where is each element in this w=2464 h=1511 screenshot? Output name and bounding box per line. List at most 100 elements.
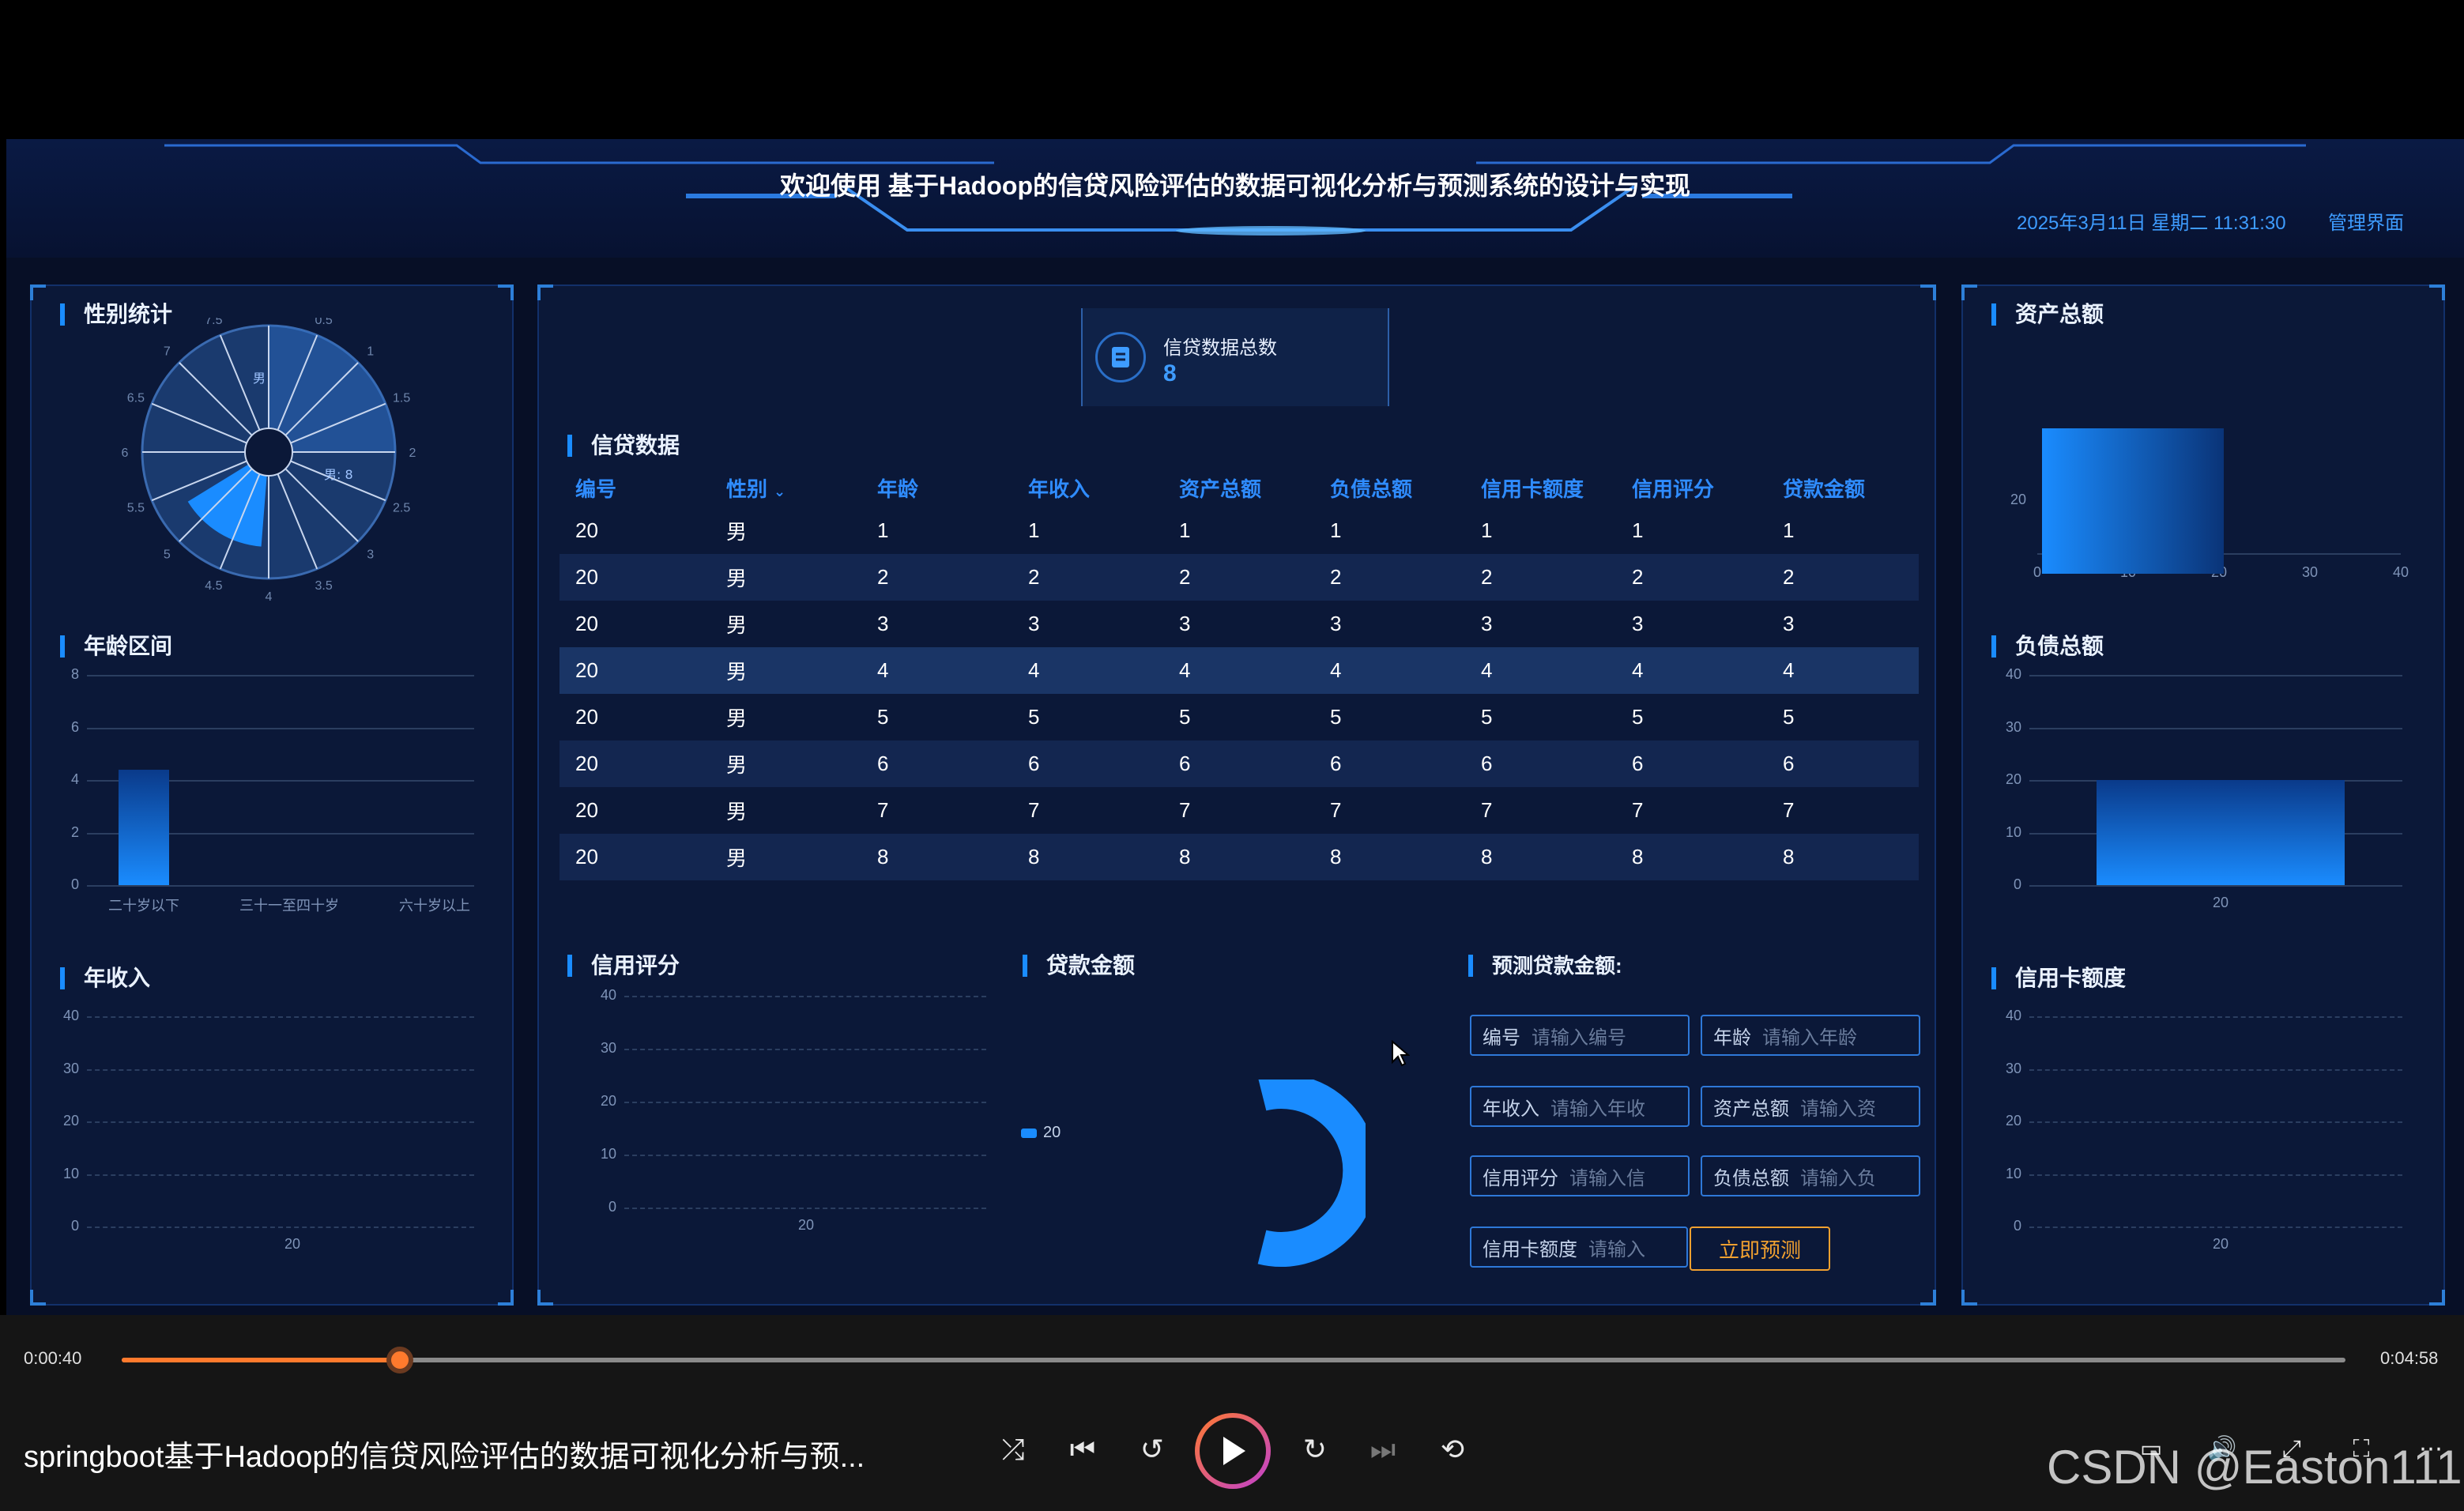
income-title: 年收入	[60, 964, 150, 993]
column-header[interactable]: 贷款金额	[1767, 473, 1918, 503]
next-icon[interactable]: ⏭	[1366, 1434, 1400, 1465]
polar-tick-label: 5.5	[127, 502, 145, 515]
y-tick-label: 30	[2005, 718, 2021, 735]
table-cell: 7	[1783, 798, 1795, 822]
table-cell: 6	[1028, 752, 1040, 775]
table-cell: 6	[1330, 752, 1342, 775]
table-cell: 7	[1632, 798, 1644, 822]
polar-label-male: 男	[253, 371, 266, 386]
polar-tick-label: 6.5	[127, 391, 145, 405]
table-row[interactable]: 20 男 4 4 4 4 4 4 4	[559, 647, 1919, 694]
credit-score-chart: 0 10 20 30 40 20	[559, 985, 1002, 1269]
loan-amount-title: 贷款金额	[1023, 951, 1135, 980]
age-title: 年龄区间	[60, 632, 172, 661]
polar-center	[244, 428, 293, 477]
input-placeholder: 请输入年龄	[1762, 1027, 1857, 1049]
predict-input-7[interactable]: 信用卡额度 请输入	[1470, 1227, 1688, 1268]
x-tick-label: 20	[2212, 1236, 2229, 1252]
table-cell: 男	[726, 567, 748, 590]
debt-title: 负债总额	[1991, 632, 2104, 661]
polar-tick-label: 1.5	[393, 391, 410, 405]
polar-tick-label: 7.5	[205, 318, 222, 327]
total-count-value: 8	[1163, 360, 1177, 386]
y-tick-label: 8	[70, 666, 79, 682]
debt-chart: 0 10 20 30 40 20	[1963, 665, 2447, 950]
table-header: 编号 性别 ⌄ 年龄 年收入 资产总额 负债总额 信用卡额度 信用评分 贷款金额	[559, 468, 1919, 507]
x-tick-label: 二十岁以下	[108, 898, 179, 914]
predict-input-2[interactable]: 年龄 请输入年龄	[1701, 1015, 1920, 1056]
bar	[119, 769, 169, 885]
total-time: 0:04:58	[2380, 1348, 2439, 1368]
predict-input-1[interactable]: 编号 请输入编号	[1470, 1015, 1690, 1056]
y-tick-label: 40	[2005, 666, 2021, 682]
play-button[interactable]	[1195, 1413, 1271, 1489]
predict-input-3[interactable]: 年收入 请输入年收	[1470, 1086, 1690, 1127]
table-cell: 2	[1632, 565, 1644, 589]
table-cell: 8	[1481, 845, 1493, 869]
table-body: 20 男 1 1 1 1 1 1 1 20 男 2 2 2 2 2 2 2 20 男 3 3 3 3 3 3 3 20 男 4 4 4 4 4 4 4…	[559, 507, 1919, 880]
table-row[interactable]: 20 男 8 8 8 8 8 8 8	[559, 834, 1919, 880]
table-cell: 男	[726, 846, 748, 870]
table-cell: 1	[1783, 518, 1795, 542]
video-title: springboot基于Hadoop的信贷风险评估的数据可视化分析与预...	[24, 1441, 865, 1474]
predict-input-6[interactable]: 负债总额 请输入负	[1701, 1155, 1920, 1196]
table-cell: 1	[1028, 518, 1040, 542]
previous-icon[interactable]: ⏮	[1065, 1434, 1100, 1465]
table-cell: 7	[1028, 798, 1040, 822]
table-cell: 8	[1330, 845, 1342, 869]
input-placeholder: 请输入负	[1800, 1167, 1876, 1189]
column-header[interactable]: 年收入	[1012, 473, 1163, 503]
polar-tick-label: 6	[122, 447, 129, 460]
table-row[interactable]: 20 男 3 3 3 3 3 3 3	[559, 601, 1919, 647]
y-tick-label: 10	[2005, 1165, 2021, 1181]
income-chart: 0 10 20 30 40 20	[32, 997, 515, 1282]
column-header[interactable]: 性别 ⌄	[710, 473, 861, 503]
column-header[interactable]: 信用评分	[1616, 473, 1767, 503]
progress-track[interactable]	[122, 1347, 2345, 1373]
table-cell: 20	[575, 845, 598, 869]
table-cell: 7	[1330, 798, 1342, 822]
column-header[interactable]: 编号	[559, 473, 710, 503]
table-row[interactable]: 20 男 1 1 1 1 1 1 1	[559, 507, 1919, 554]
polar-label-male-value: 男: 8	[324, 467, 353, 482]
polar-tick-label: 4	[266, 590, 273, 604]
table-cell: 3	[1330, 612, 1342, 635]
y-tick-label: 40	[600, 987, 616, 1003]
predict-input-4[interactable]: 资产总额 请输入资	[1701, 1086, 1920, 1127]
predict-button[interactable]: 立即预测	[1690, 1227, 1830, 1271]
predict-input-5[interactable]: 信用评分 请输入信	[1470, 1155, 1690, 1196]
column-header[interactable]: 信用卡额度	[1465, 473, 1616, 503]
rewind-10-icon[interactable]: ↺	[1135, 1434, 1170, 1465]
table-cell: 5	[1481, 705, 1493, 729]
input-label: 信用评分	[1483, 1167, 1558, 1189]
x-tick-label: 20	[284, 1236, 301, 1252]
table-cell: 6	[1632, 752, 1644, 775]
grid-line	[624, 1049, 986, 1050]
column-header[interactable]: 负债总额	[1314, 473, 1465, 503]
repeat-off-icon[interactable]: ⟲	[1435, 1434, 1470, 1465]
y-tick-label: 20	[62, 1113, 79, 1129]
shuffle-icon[interactable]: ⤮	[996, 1434, 1030, 1465]
input-placeholder: 请输入编号	[1532, 1027, 1626, 1049]
progress-thumb[interactable]	[386, 1347, 413, 1373]
forward-30-icon[interactable]: ↻	[1298, 1434, 1332, 1465]
table-cell: 3	[1783, 612, 1795, 635]
table-row[interactable]: 20 男 7 7 7 7 7 7 7	[559, 787, 1919, 834]
grid-line	[87, 1227, 474, 1228]
y-tick-label: 40	[2005, 1008, 2021, 1023]
table-cell: 2	[1028, 565, 1040, 589]
column-header[interactable]: 年龄	[861, 473, 1012, 503]
column-header[interactable]: 资产总额	[1163, 473, 1314, 503]
table-row[interactable]: 20 男 5 5 5 5 5 5 5	[559, 694, 1919, 740]
table-row[interactable]: 20 男 2 2 2 2 2 2 2	[559, 554, 1919, 601]
table-row[interactable]: 20 男 6 6 6 6 6 6 6	[559, 740, 1919, 787]
credit-data-table: 编号 性别 ⌄ 年龄 年收入 资产总额 负债总额 信用卡额度 信用评分 贷款金额 20 男 1 1 1 1 1…	[559, 468, 1919, 880]
assets-chart: 01020304020	[1963, 333, 2447, 618]
admin-link[interactable]: 管理界面	[2328, 207, 2404, 235]
table-cell: 4	[1481, 658, 1493, 682]
input-label: 负债总额	[1713, 1167, 1789, 1189]
table-cell: 5	[877, 705, 889, 729]
polar-tick-label: 5	[164, 548, 171, 562]
input-placeholder: 请输入	[1588, 1238, 1645, 1260]
grid-line	[2029, 1174, 2402, 1176]
